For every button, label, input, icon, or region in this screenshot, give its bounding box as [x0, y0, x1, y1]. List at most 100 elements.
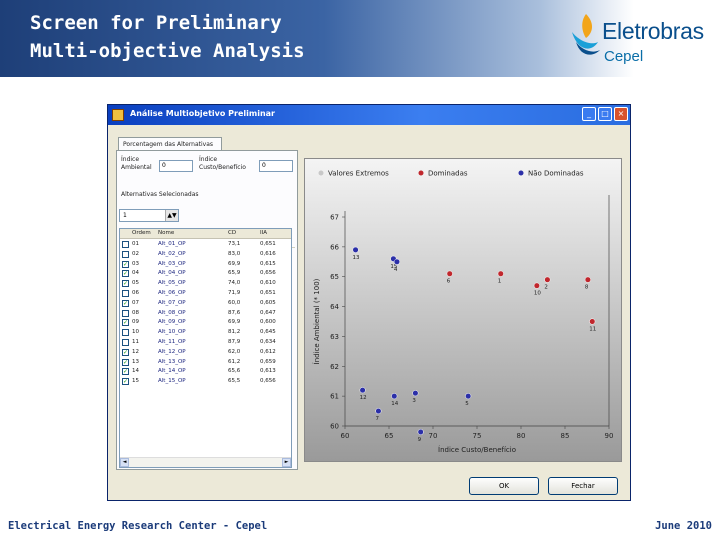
checkbox-checked[interactable]: ✓: [122, 280, 129, 288]
data-point-label: 13: [353, 255, 360, 261]
alternatives-list[interactable]: Ordem Nome CD IIA 01 Alt_01_OP 73,1 0,651 02…: [119, 228, 292, 468]
row-cd: 73,1: [228, 241, 241, 247]
row-ia: 0,656: [260, 270, 276, 277]
table-row[interactable]: ✓ 15 Alt_15_OP 65,5 0,656: [120, 377, 291, 386]
row-cd: 60,0: [228, 299, 241, 306]
table-row[interactable]: ✓ 03 Alt_03_OP 69,9 0,615: [120, 260, 291, 269]
data-point-label: 8: [585, 285, 589, 291]
row-ordem: 14: [132, 368, 139, 375]
y-tick-label: 65: [330, 273, 339, 281]
table-row[interactable]: ✓ 04 Alt_04_OP 65,9 0,656: [120, 269, 291, 278]
data-point: [412, 390, 419, 397]
data-point: [589, 318, 596, 325]
table-row[interactable]: 02 Alt_02_OP 83,0 0,616: [120, 250, 291, 259]
row-ordem: 11: [132, 339, 139, 345]
ok-button[interactable]: OK: [469, 477, 539, 495]
table-row[interactable]: ✓ 09 Alt_09_OP 69,9 0,600: [120, 318, 291, 327]
checkbox-unchecked[interactable]: [122, 309, 129, 317]
row-cd: 65,9: [228, 270, 241, 277]
row-cd: 65,6: [228, 368, 241, 375]
checkbox-checked[interactable]: ✓: [122, 348, 129, 356]
tab-porcentagem[interactable]: Porcentagem das Alternativas: [118, 137, 222, 151]
close-button[interactable]: ×: [614, 107, 628, 121]
table-row[interactable]: ✓ 05 Alt_05_OP 74,0 0,610: [120, 279, 291, 288]
checkbox-unchecked[interactable]: [122, 329, 129, 337]
row-cd: 81,2: [228, 329, 241, 336]
checkbox-checked[interactable]: ✓: [122, 270, 129, 278]
footer-organization: Electrical Energy Research Center - Cepe…: [8, 520, 268, 532]
indice-ambiental-label-1: Índice: [121, 156, 140, 163]
row-nome: Alt_05_OP: [158, 280, 186, 287]
col-nome-header[interactable]: Nome: [158, 229, 174, 238]
data-point-label: 2: [544, 285, 548, 291]
table-row[interactable]: ✓ 14 Alt_14_OP 65,6 0,613: [120, 367, 291, 376]
legend-marker: [318, 170, 324, 176]
data-point-label: 1: [498, 279, 502, 285]
checkbox-checked[interactable]: ✓: [122, 260, 129, 268]
table-row[interactable]: ✓ 07 Alt_07_OP 60,0 0,605: [120, 299, 291, 308]
stepper-arrows-icon[interactable]: ▲▼: [165, 210, 178, 221]
slide-title-line2: Multi-objective Analysis: [30, 40, 305, 62]
analysis-window: Análise Multiobjetivo Preliminar _ □ × P…: [107, 104, 631, 501]
checkbox-checked[interactable]: ✓: [122, 319, 129, 327]
table-row[interactable]: 10 Alt_10_OP 81,2 0,645: [120, 328, 291, 337]
y-axis-label: Índice Ambiental (* 100): [312, 278, 321, 364]
checkbox-checked[interactable]: ✓: [122, 368, 129, 376]
y-tick-label: 67: [330, 214, 339, 222]
data-point-label: 3: [412, 398, 416, 404]
legend-label: Não Dominadas: [528, 170, 584, 178]
fechar-button[interactable]: Fechar: [548, 477, 618, 495]
indice-custo-input[interactable]: 0: [259, 160, 293, 172]
col-ia-header[interactable]: IIA: [260, 229, 267, 238]
chart-background: [305, 159, 621, 461]
stepper-value: 1: [123, 212, 127, 219]
row-nome: Alt_06_OP: [158, 290, 186, 296]
row-ordem: 10: [132, 329, 139, 336]
data-point: [446, 270, 453, 277]
row-cd: 62,0: [228, 348, 241, 355]
table-row[interactable]: ✓ 12 Alt_12_OP 62,0 0,612: [120, 348, 291, 357]
table-row[interactable]: ✓ 13 Alt_13_OP 61,2 0,659: [120, 358, 291, 367]
table-row[interactable]: 01 Alt_01_OP 73,1 0,651: [120, 240, 291, 249]
checkbox-unchecked[interactable]: [122, 339, 129, 346]
checkbox-unchecked[interactable]: [122, 241, 129, 248]
minimize-button[interactable]: _: [582, 107, 596, 121]
alternatives-stepper[interactable]: 1 ▲▼: [119, 209, 179, 222]
indice-ambiental-input[interactable]: 0: [159, 160, 193, 172]
data-point: [352, 246, 359, 253]
row-ordem: 06: [132, 290, 139, 296]
scroll-left-icon[interactable]: ◄: [120, 458, 129, 467]
row-ordem: 09: [132, 319, 139, 326]
data-point: [359, 387, 366, 394]
checkbox-checked[interactable]: ✓: [122, 378, 129, 386]
window-titlebar[interactable]: Análise Multiobjetivo Preliminar _ □ ×: [108, 105, 630, 125]
data-point: [393, 258, 400, 265]
row-ordem: 03: [132, 260, 139, 267]
row-ia: 0,616: [260, 250, 276, 257]
data-point-label: 12: [360, 395, 367, 401]
col-ordem-header[interactable]: Ordem: [132, 229, 151, 238]
checkbox-checked[interactable]: ✓: [122, 299, 129, 307]
checkbox-unchecked[interactable]: [122, 290, 129, 297]
table-row[interactable]: 06 Alt_06_OP 71,9 0,651: [120, 289, 291, 298]
table-row[interactable]: 11 Alt_11_OP 87,9 0,634: [120, 338, 291, 347]
scroll-right-icon[interactable]: ►: [282, 458, 291, 467]
list-horizontal-scrollbar[interactable]: ◄ ►: [120, 457, 291, 467]
col-cd-header[interactable]: CD: [228, 229, 236, 238]
row-ia: 0,600: [260, 319, 276, 326]
row-ia: 0,605: [260, 299, 276, 306]
y-tick-label: 62: [330, 363, 339, 371]
x-tick-label: 85: [561, 432, 570, 440]
data-point: [465, 393, 472, 400]
row-ordem: 05: [132, 280, 139, 287]
row-ia: 0,659: [260, 358, 276, 365]
table-row[interactable]: 08 Alt_08_OP 87,6 0,647: [120, 309, 291, 318]
row-cd: 71,9: [228, 290, 241, 296]
data-point: [375, 408, 382, 415]
slide-title-line1: Screen for Preliminary: [30, 12, 282, 34]
row-nome: Alt_15_OP: [158, 378, 186, 385]
checkbox-checked[interactable]: ✓: [122, 358, 129, 366]
row-ia: 0,610: [260, 280, 276, 287]
checkbox-unchecked[interactable]: [122, 250, 129, 258]
maximize-button[interactable]: □: [598, 107, 612, 121]
